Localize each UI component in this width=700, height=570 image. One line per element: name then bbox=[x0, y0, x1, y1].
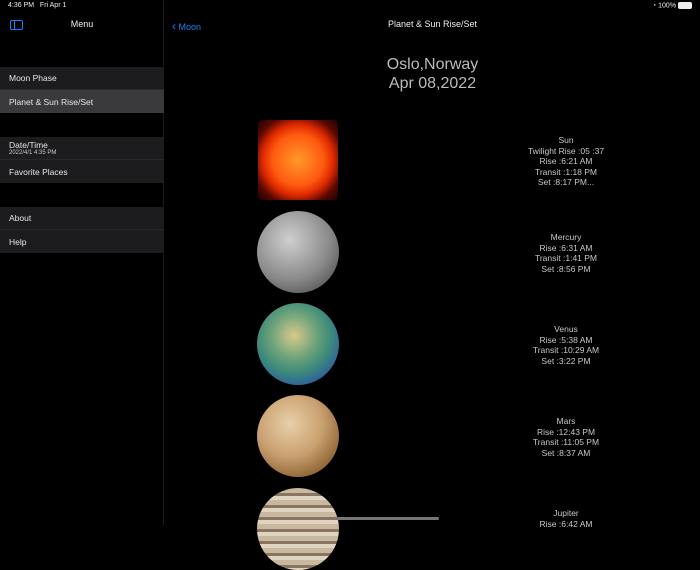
info-line: Twilight Rise :05 :37 bbox=[527, 145, 605, 156]
back-button[interactable]: ‹ Moon bbox=[172, 19, 201, 33]
info-line: Rise :5:38 AM bbox=[539, 334, 593, 345]
sidebar-title: Menu bbox=[70, 19, 94, 29]
jupiter-info: Jupiter Rise :6:42 AM bbox=[480, 508, 652, 529]
info-line: Set :3:22 PM bbox=[541, 355, 591, 366]
home-indicator[interactable] bbox=[335, 517, 439, 520]
status-time: 4:36 PM Fri Apr 1 bbox=[8, 2, 66, 9]
location-date: Apr 08,2022 bbox=[388, 75, 477, 92]
venus-info: Venus Rise :5:38 AM Transit :10:29 AM Se… bbox=[480, 324, 652, 366]
info-line: Set :8:37 AM bbox=[541, 447, 591, 458]
venus-image bbox=[257, 303, 339, 385]
body-name: Sun bbox=[558, 135, 574, 145]
sidebar: Menu Moon Phase Planet & Sun Rise/Set Da… bbox=[0, 0, 164, 525]
sun-image bbox=[258, 120, 338, 200]
info-line: Rise :6:31 AM bbox=[539, 242, 593, 253]
menu-item-help[interactable]: Help bbox=[0, 230, 164, 253]
jupiter-image bbox=[257, 488, 339, 570]
status-clock: 4:36 PM bbox=[8, 2, 35, 9]
date-time-label: Date/Time bbox=[9, 140, 48, 150]
info-line: Transit :1:41 PM bbox=[534, 253, 598, 263]
nav-title: Planet & Sun Rise/Set bbox=[387, 19, 478, 29]
info-line: Transit :11:05 PM bbox=[532, 437, 600, 447]
battery-percent: 100% bbox=[658, 2, 677, 10]
mars-image bbox=[257, 395, 339, 477]
info-line: Set :8:56 PM bbox=[541, 263, 591, 274]
body-name: Mercury bbox=[550, 232, 582, 242]
info-line: Rise :12:43 PM bbox=[536, 426, 596, 437]
location-place: Oslo,Norway bbox=[386, 56, 479, 73]
chevron-left-icon: ‹ bbox=[172, 19, 176, 33]
body-name: Mars bbox=[556, 416, 576, 426]
info-line: Rise :6:42 AM bbox=[539, 518, 593, 529]
sun-info: Sun Twilight Rise :05 :37 Rise :6:21 AM … bbox=[480, 135, 652, 188]
mercury-info: Mercury Rise :6:31 AM Transit :1:41 PM S… bbox=[480, 232, 652, 274]
body-name: Jupiter bbox=[553, 508, 579, 518]
menu-item-date-time[interactable]: Date/Time 2022/4/1 4:35 PM bbox=[0, 137, 164, 160]
mercury-image bbox=[257, 211, 339, 293]
battery-icon bbox=[678, 2, 692, 9]
mars-info: Mars Rise :12:43 PM Transit :11:05 PM Se… bbox=[480, 416, 652, 458]
menu-group-info: About Help bbox=[0, 207, 164, 253]
wifi-icon: ◔ bbox=[651, 2, 657, 10]
info-line: Transit :10:29 AM bbox=[532, 345, 600, 355]
back-label: Moon bbox=[178, 22, 202, 32]
status-battery: ◔ 100% bbox=[652, 2, 692, 9]
menu-item-about[interactable]: About bbox=[0, 207, 164, 230]
status-date: Fri Apr 1 bbox=[39, 2, 67, 9]
location-header: Oslo,Norway Apr 08,2022 bbox=[165, 55, 700, 93]
info-line: Set :8:17 PM... bbox=[537, 177, 595, 187]
menu-item-moon-phase[interactable]: Moon Phase bbox=[0, 67, 164, 90]
menu-item-planet-sun[interactable]: Planet & Sun Rise/Set bbox=[0, 90, 164, 113]
menu-group-main: Moon Phase Planet & Sun Rise/Set bbox=[0, 67, 164, 113]
info-line: Rise :6:21 AM bbox=[539, 156, 593, 166]
menu-item-favorite-places[interactable]: Favorite Places bbox=[0, 160, 164, 183]
menu-group-settings: Date/Time 2022/4/1 4:35 PM Favorite Place… bbox=[0, 137, 164, 183]
date-time-value: 2022/4/1 4:35 PM bbox=[9, 150, 57, 156]
info-line: Transit :1:18 PM bbox=[534, 166, 598, 177]
body-name: Venus bbox=[554, 324, 578, 334]
